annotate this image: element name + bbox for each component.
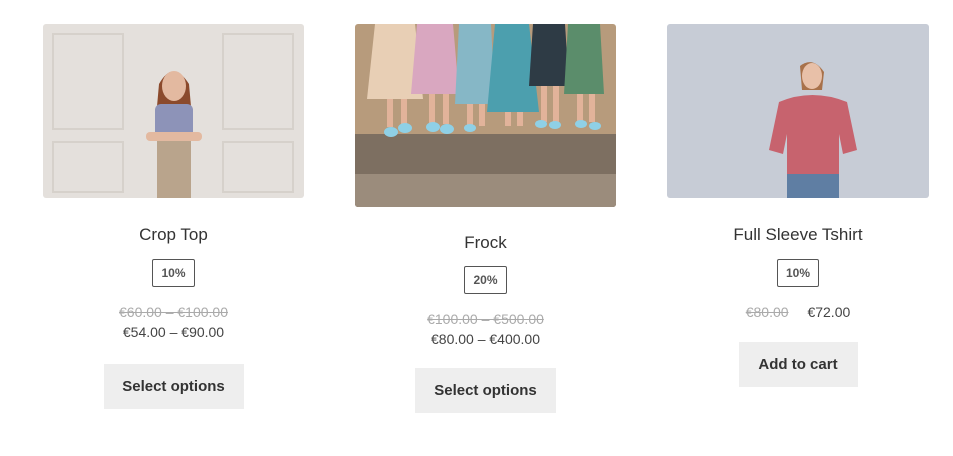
- product-card-full-sleeve-tshirt: Full Sleeve Tshirt 10% €80.00 €72.00 Add…: [667, 24, 929, 387]
- product-card-frock: Frock 20% €100.00 – €500.00 €80.00 – €40…: [355, 24, 616, 413]
- add-to-cart-button[interactable]: Add to cart: [738, 342, 858, 387]
- product-image-frock[interactable]: [355, 24, 616, 207]
- woman-pink-tshirt-photo: [667, 24, 929, 198]
- woman-crop-top-photo: [43, 24, 304, 198]
- select-options-button[interactable]: Select options: [415, 368, 556, 413]
- product-image-crop-top[interactable]: [43, 24, 304, 198]
- price-row: €80.00 €72.00: [667, 304, 929, 322]
- product-image-full-sleeve-tshirt[interactable]: [667, 24, 929, 198]
- select-options-button[interactable]: Select options: [103, 364, 244, 409]
- product-title[interactable]: Frock: [355, 233, 616, 253]
- old-price: €60.00 – €100.00: [119, 304, 228, 320]
- old-price: €80.00: [745, 304, 789, 320]
- discount-badge: 10%: [152, 259, 195, 287]
- old-price: €100.00 – €500.00: [427, 311, 544, 327]
- discount-badge: 20%: [464, 266, 507, 294]
- product-title[interactable]: Crop Top: [43, 225, 304, 245]
- product-card-crop-top: Crop Top 10% €60.00 – €100.00 €54.00 – €…: [43, 24, 304, 409]
- sale-price: €80.00 – €400.00: [431, 331, 540, 347]
- discount-badge: 10%: [776, 259, 820, 287]
- product-title[interactable]: Full Sleeve Tshirt: [667, 225, 929, 245]
- sale-price: €72.00: [807, 304, 851, 320]
- group-frocks-photo: [355, 24, 616, 207]
- sale-price: €54.00 – €90.00: [122, 324, 225, 340]
